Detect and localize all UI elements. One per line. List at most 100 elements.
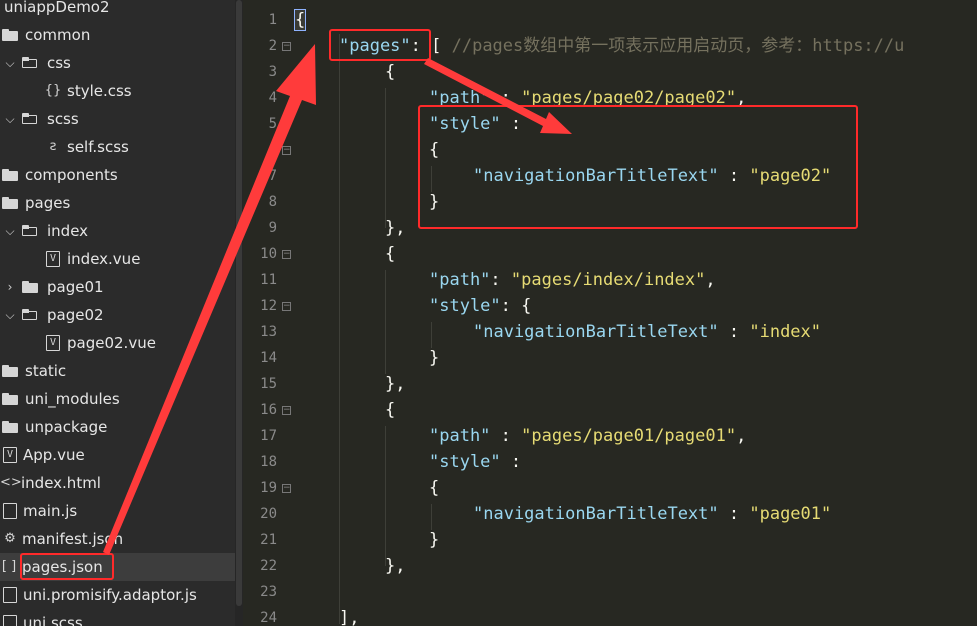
line-number: 21 — [260, 532, 277, 548]
folder-open-icon — [22, 57, 38, 69]
sidebar-scrollbar[interactable] — [235, 0, 243, 626]
tree-item-label: pages — [25, 194, 71, 212]
json-punct: , — [736, 426, 747, 446]
code-line-14: } — [429, 345, 439, 371]
tree-item-page01[interactable]: › page01 — [0, 273, 235, 301]
tree-item-app-vue[interactable]: V App.vue — [0, 441, 235, 469]
tree-item-label: main.js — [23, 502, 78, 520]
line-number: 8 — [268, 194, 277, 210]
tree-item-index-html[interactable]: <> index.html — [0, 469, 235, 497]
tree-item-static[interactable]: static — [0, 357, 235, 385]
json-string: "page01" — [749, 504, 832, 524]
fold-toggle-icon[interactable]: − — [282, 250, 291, 259]
line-number: 10 — [260, 246, 277, 262]
tree-item-label: manifest.json — [22, 530, 124, 548]
tree-item-main-js[interactable]: main.js — [0, 497, 235, 525]
code-line-24: ], — [339, 605, 359, 626]
chevron-down-icon[interactable]: ⌵ — [4, 105, 16, 133]
code-line-21: } — [429, 527, 439, 553]
json-punct: } — [429, 348, 440, 368]
json-string: "pages/index/index" — [510, 270, 706, 290]
tree-item-label: scss — [47, 110, 79, 128]
line-number: 19 — [260, 480, 277, 496]
css-braces-icon: {} — [44, 83, 62, 98]
folder-open-icon — [22, 113, 38, 125]
folder-icon — [2, 169, 18, 181]
tree-item-promisify-js[interactable]: uni.promisify.adaptor.js — [0, 581, 235, 609]
line-number: 2 — [268, 38, 277, 54]
tree-item-page02[interactable]: ⌵ page02 — [0, 301, 235, 329]
code-line-19: { — [429, 475, 439, 501]
tree-item-label: common — [25, 26, 91, 44]
tree-item-label: page01 — [47, 278, 104, 296]
fold-toggle-icon[interactable]: − — [282, 484, 291, 493]
matched-brace: { — [293, 9, 307, 31]
tree-item-css[interactable]: ⌵ css — [0, 49, 235, 77]
tree-item-label: App.vue — [23, 446, 85, 464]
line-number: 7 — [268, 168, 277, 184]
tree-item-label: index — [47, 222, 89, 240]
tree-item-page02-vue[interactable]: V page02.vue — [0, 329, 235, 357]
code-line-3: { — [385, 59, 395, 85]
code-line-17: "path" : "pages/page01/page01", — [429, 423, 746, 449]
tree-item-label: uni.promisify.adaptor.js — [23, 586, 197, 604]
line-number: 5 — [268, 116, 277, 132]
line-number: 13 — [260, 324, 277, 340]
tree-item-index-vue[interactable]: V index.vue — [0, 245, 235, 273]
chevron-down-icon[interactable]: ⌵ — [4, 217, 16, 245]
fold-toggle-icon[interactable]: − — [282, 302, 291, 311]
folder-icon — [22, 281, 38, 293]
chevron-down-icon[interactable]: ⌵ — [4, 49, 16, 77]
tree-item-pages[interactable]: pages — [0, 189, 235, 217]
tree-item-components[interactable]: components — [0, 161, 235, 189]
code-line-9: }, — [385, 215, 405, 241]
tree-item-uni-scss[interactable]: uni.scss — [0, 609, 235, 626]
tree-item-label: index.vue — [67, 250, 141, 268]
code-editor[interactable]: 1 2 3 4 5 6 7 8 9 10 11 12 13 14 15 16 1… — [243, 0, 977, 626]
tree-item-uni-modules[interactable]: uni_modules — [0, 385, 235, 413]
json-brackets-icon: [ ] — [1, 559, 17, 574]
tree-item-unpackage[interactable]: unpackage — [0, 413, 235, 441]
vue-file-icon: V — [46, 251, 60, 267]
json-punct: : — [718, 504, 750, 524]
tree-item-root[interactable]: uniappDemo2 — [0, 0, 235, 21]
chevron-right-icon[interactable]: › — [4, 273, 16, 301]
tree-item-label: uni.scss — [23, 614, 83, 626]
line-number: 12 — [260, 298, 277, 314]
json-key: "path" — [429, 270, 491, 290]
code-line-10: { — [385, 241, 395, 267]
tree-item-manifest-json[interactable]: ⚙ manifest.json — [0, 525, 235, 553]
line-number: 4 — [268, 90, 277, 106]
indent-guide — [385, 88, 386, 228]
highlight-box-pages-key — [329, 29, 431, 61]
js-file-icon — [3, 503, 17, 519]
gear-icon: ⚙ — [4, 531, 16, 546]
code-line-1: { — [293, 7, 307, 33]
tree-item-scss[interactable]: ⌵ scss — [0, 105, 235, 133]
fold-toggle-icon[interactable]: − — [282, 42, 291, 51]
tree-item-label: static — [25, 362, 67, 380]
line-number: 3 — [268, 64, 277, 80]
chevron-down-icon[interactable]: ⌵ — [4, 301, 16, 329]
fold-toggle-icon[interactable]: − — [282, 146, 291, 155]
scrollbar-thumb[interactable] — [236, 0, 242, 606]
folder-icon — [2, 197, 18, 209]
json-punct: }, — [385, 374, 406, 394]
tree-item-index-folder[interactable]: ⌵ index — [0, 217, 235, 245]
line-number: 15 — [260, 376, 277, 392]
fold-toggle-icon[interactable]: − — [282, 406, 291, 415]
vue-file-icon: V — [3, 447, 17, 463]
tree-item-common[interactable]: common — [0, 21, 235, 49]
json-punct: { — [429, 478, 440, 498]
tree-item-label: page02.vue — [67, 334, 156, 352]
json-key: "style" — [429, 452, 501, 472]
tree-item-label: uni_modules — [25, 390, 120, 408]
json-punct: : — [718, 322, 750, 342]
tree-item-style-css[interactable]: {} style.css — [0, 77, 235, 105]
code-line-16: { — [385, 397, 395, 423]
scss-file-icon — [3, 615, 17, 626]
tree-item-self-scss[interactable]: ꙅ self.scss — [0, 133, 235, 161]
tree-item-label: page02 — [47, 306, 104, 324]
json-punct: , — [705, 270, 716, 290]
tree-item-label: index.html — [21, 474, 101, 492]
